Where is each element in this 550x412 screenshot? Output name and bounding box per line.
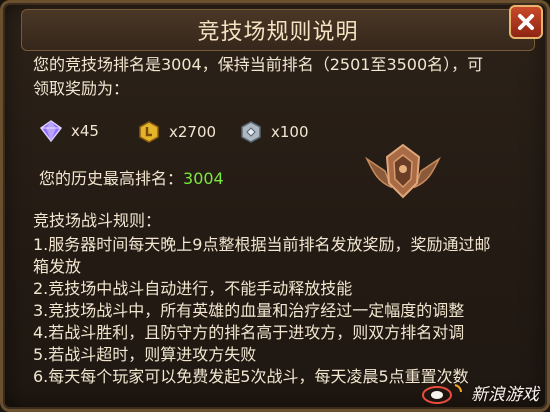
sina-games-watermark: 新浪游戏 <box>421 380 539 405</box>
reward-silver: x100 <box>239 120 309 144</box>
watermark-text: 新浪游戏 <box>471 385 539 405</box>
close-icon <box>518 14 534 30</box>
history-rank: 您的历史最高排名：3004 <box>39 167 224 191</box>
close-button[interactable] <box>509 5 543 39</box>
reward-diamond-amount: x45 <box>71 122 99 140</box>
sina-logo-icon <box>422 383 462 404</box>
reward-gold: x2700 <box>137 120 216 144</box>
ranking-text-line2: 领取奖励为： <box>33 79 130 98</box>
ranking-text-line1: 您的竞技场排名是3004，保持当前排名（2501至3500名），可 <box>33 55 484 74</box>
rule-item: 箱发放 <box>33 257 82 276</box>
gold-coin-icon <box>139 121 159 143</box>
reward-silver-amount: x100 <box>271 123 309 141</box>
reward-diamond: x45 <box>39 120 99 142</box>
silver-coin-icon <box>241 121 261 143</box>
rule-item: 1.服务器时间每天晚上9点整根据当前排名发放奖励，奖励通过邮 <box>33 235 491 254</box>
history-rank-value: 3004 <box>183 169 224 188</box>
rule-item: 2.竞技场中战斗自动进行，不能手动释放技能 <box>33 279 353 298</box>
diamond-icon <box>39 120 63 142</box>
rank-badge-icon <box>365 143 441 199</box>
rule-item: 4.若战斗胜利，且防守方的排名高于进攻方，则双方排名对调 <box>33 323 465 342</box>
rules-heading: 竞技场战斗规则： <box>33 211 162 230</box>
dialog-title: 竞技场规则说明 <box>197 20 359 45</box>
arena-rules-dialog: 竞技场规则说明 您的竞技场排名是3004，保持当前排名（2501至3500名），… <box>0 0 550 412</box>
title-bar: 竞技场规则说明 <box>21 9 535 51</box>
rule-item: 5.若战斗超时，则算进攻方失败 <box>33 345 257 364</box>
reward-gold-amount: x2700 <box>169 123 217 141</box>
rule-item: 6.每天每个玩家可以免费发起5次战斗，每天凌晨5点重置次数 <box>33 367 469 386</box>
history-rank-label: 您的历史最高排名： <box>39 169 184 188</box>
rule-item: 3.竞技场战斗中，所有英雄的血量和治疗经过一定幅度的调整 <box>33 301 465 320</box>
